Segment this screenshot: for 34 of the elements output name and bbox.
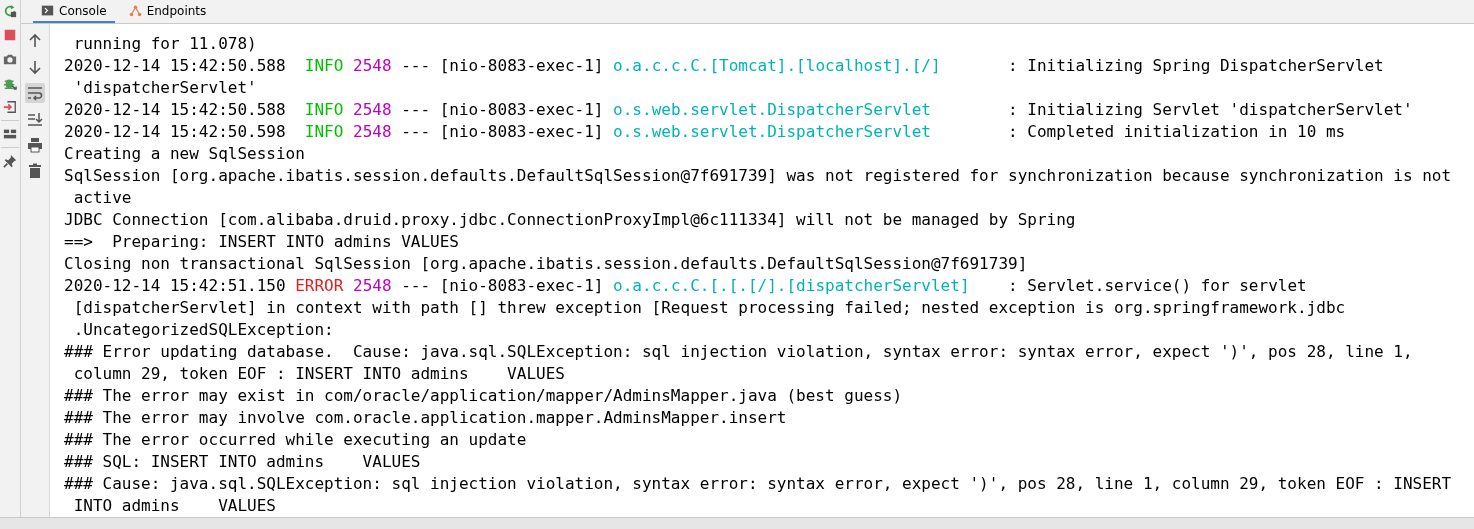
log-line: Creating a new SqlSession (64, 143, 305, 165)
log-line: ### The error occurred while executing an update (64, 429, 527, 451)
soft-wrap-icon[interactable] (25, 83, 45, 103)
log-line: 2020-12-14 15:42:50.588 INFO 2548 --- [nio-8083-exec-1] o.a.c.c.C.[Tomcat].[localhost].[/] : Initializing Spring DispatcherServlet (64, 55, 1384, 77)
stop-icon[interactable] (3, 28, 17, 42)
pin-icon[interactable] (3, 154, 17, 168)
log-line: 2020-12-14 15:42:50.598 INFO 2548 --- [nio-8083-exec-1] o.s.web.servlet.DispatcherServlet : Completed initialization in 10 ms (64, 121, 1346, 143)
log-line: SqlSession [org.apache.ibatis.session.defaults.DefaultSqlSession@7f691739] was not registered for synchronization because synchronization is not (64, 165, 1452, 187)
log-line: ### The error may involve com.oracle.application.mapper.AdminsMapper.insert (64, 407, 787, 429)
log-line: ### The error may exist in com/oracle/application/mapper/AdminsMapper.java (best guess) (64, 385, 903, 407)
log-line: Closing non transactional SqlSession [org.apache.ibatis.session.defaults.DefaultSqlSession@7f691739] (64, 253, 1028, 275)
log-line: ### Error updating database. Cause: java.sql.SQLException: sql injection violation, syntax error: syntax error, expect ')', pos 28, line 1, (64, 341, 1413, 363)
log-line: active (72, 187, 132, 209)
log-line: INTO admins VALUES (72, 495, 276, 517)
log-line: ==> Preparing: INSERT INTO admins VALUES (64, 231, 459, 253)
exit-icon[interactable] (3, 100, 17, 114)
log-line: column 29, token EOF : INSERT INTO admins VALUES (72, 363, 565, 385)
log-line: ### Cause: java.sql.SQLException: sql injection violation, syntax error: syntax error, expect ')', pos 28, line 1, column 29, token EOF : INSERT (64, 473, 1452, 495)
tab[interactable]: Console (33, 0, 115, 23)
tab[interactable]: Endpoints (120, 0, 215, 23)
log-line: JDBC Connection [com.alibaba.druid.proxy.jdbc.ConnectionProxyImpl@6c111334] will not be managed by Spring (64, 209, 1076, 231)
printer-icon[interactable] (25, 135, 45, 155)
log-line: 2020-12-14 15:42:51.150 ERROR 2548 --- [nio-8083-exec-1] o.a.c.c.C.[.[.[/].[dispatcherServlet] : Servlet.service() for servlet (64, 275, 1307, 297)
log-line: 2020-12-14 15:42:50.588 INFO 2548 --- [nio-8083-exec-1] o.s.web.servlet.DispatcherServlet : Initializing Servlet 'dispatcherServlet' (64, 99, 1413, 121)
log-line: [dispatcherServlet] in context with path [] threw exception [Request processing failed; nested exception is org.springframework.jdbc (72, 297, 1346, 319)
layout-icon[interactable] (3, 127, 17, 141)
endpoints-icon (128, 4, 142, 17)
camera-icon[interactable] (3, 52, 17, 66)
log-line: .UncategorizedSQLException: (72, 319, 334, 341)
log-line: running for 11.078) (72, 33, 257, 55)
rerun-icon[interactable] (3, 4, 17, 18)
log-line: ### SQL: INSERT INTO admins VALUES (64, 451, 421, 473)
log-line: 'dispatcherServlet' (72, 77, 257, 99)
console-icon (41, 4, 54, 17)
